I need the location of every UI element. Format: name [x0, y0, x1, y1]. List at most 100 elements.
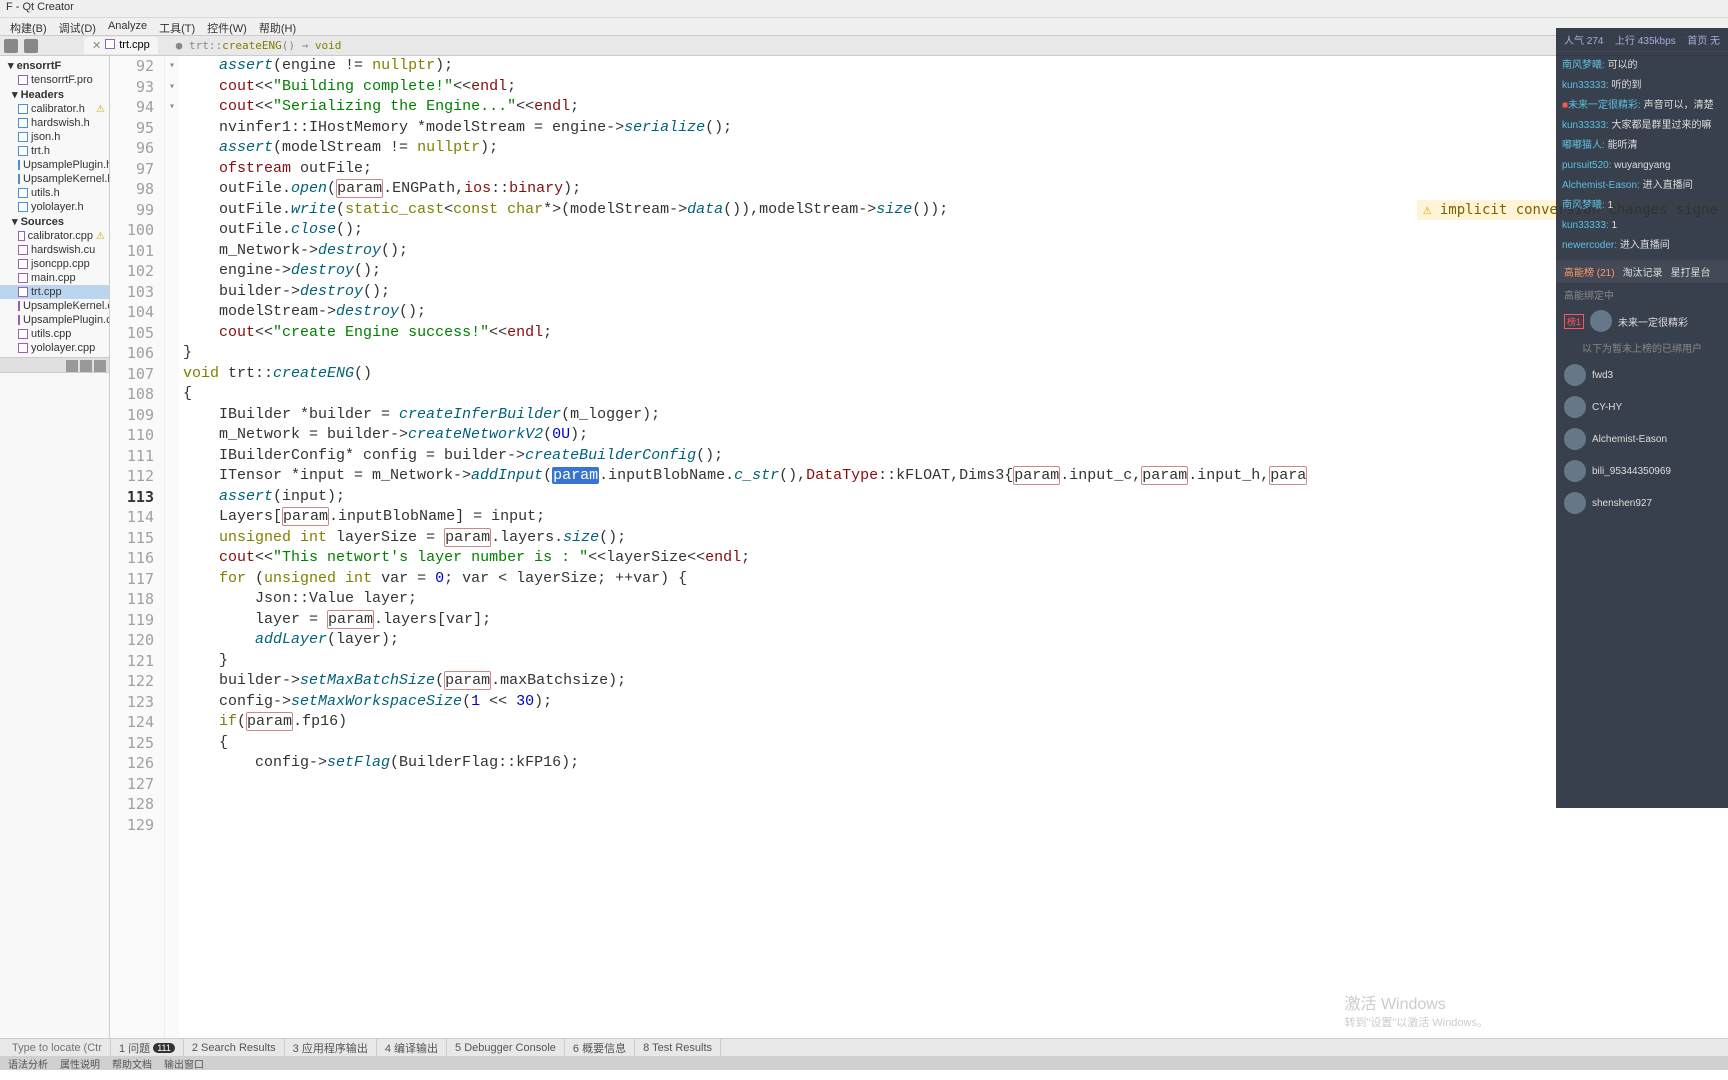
tree-item[interactable]: ▾ Headers — [0, 87, 109, 102]
tree-item[interactable]: trt.h — [0, 144, 109, 158]
user-item[interactable]: CY-HY — [1564, 391, 1720, 423]
project-tree[interactable]: ▾ ensorrtFtensorrtF.pro▾ Headerscalibrat… — [0, 56, 109, 357]
tree-item[interactable]: utils.h — [0, 186, 109, 200]
project-root[interactable]: ▾ ensorrtF — [0, 58, 109, 73]
panel-general[interactable]: 6 概要信息 — [565, 1039, 635, 1056]
menu-item[interactable]: 控件(W) — [201, 18, 253, 35]
locator-input[interactable] — [12, 1042, 102, 1054]
menu-item[interactable]: 工具(T) — [153, 18, 201, 35]
tree-item[interactable]: calibrator.cpp⚠ — [0, 229, 109, 243]
menu-item[interactable]: 帮助(H) — [253, 18, 302, 35]
code-line[interactable]: cout<<"Serializing the Engine..."<<endl; — [183, 97, 1728, 118]
code-line[interactable]: ofstream outFile; — [183, 159, 1728, 180]
menu-item[interactable]: 构建(B) — [4, 18, 53, 35]
code-line[interactable]: void trt::createENG() — [183, 364, 1728, 385]
tree-item[interactable]: UpsamplePlugin.h — [0, 158, 109, 172]
panel-issues[interactable]: 1 问题111 — [111, 1039, 184, 1056]
code-line[interactable]: Layers[param.inputBlobName] = input; — [183, 507, 1728, 528]
code-line[interactable]: config->setMaxWorkspaceSize(1 << 30); — [183, 692, 1728, 713]
tree-item[interactable]: UpsampleKernel.h — [0, 172, 109, 186]
tree-item[interactable]: yololayer.h — [0, 200, 109, 214]
editor-tabs: ✕ trt.cpp — [84, 36, 158, 55]
extra-tab[interactable]: 输出窗口 — [164, 1056, 204, 1070]
code-line[interactable]: cout<<"This networt's layer number is : … — [183, 548, 1728, 569]
code-line[interactable]: m_Network->destroy(); — [183, 241, 1728, 262]
code-line[interactable]: outFile.close(); — [183, 220, 1728, 241]
overlay-tab-2[interactable]: 淘汰记录 — [1623, 264, 1663, 279]
menu-item[interactable]: Analyze — [102, 18, 153, 35]
tree-item[interactable]: UpsampleKernel.cu — [0, 299, 109, 313]
code-line[interactable]: { — [183, 384, 1728, 405]
overlay-tab-rank[interactable]: 高能榜 (21) — [1564, 264, 1615, 279]
filter-icon[interactable] — [66, 360, 78, 372]
tree-item[interactable]: ▾ Sources — [0, 214, 109, 229]
code-line[interactable]: ITensor *input = m_Network->addInput(par… — [183, 466, 1728, 487]
open-documents[interactable] — [0, 373, 109, 623]
code-line[interactable]: m_Network = builder->createNetworkV2(0U)… — [183, 425, 1728, 446]
back-icon[interactable] — [4, 39, 18, 53]
code-line[interactable]: if(param.fp16) — [183, 712, 1728, 733]
chat-list[interactable]: 南风梦曦: 可以的kun33333: 听的到■未来一定很精彩: 声音可以，清楚k… — [1556, 52, 1728, 260]
code-line[interactable]: cout<<"create Engine success!"<<endl; — [183, 323, 1728, 344]
code-line[interactable]: { — [183, 733, 1728, 754]
panel-compile[interactable]: 4 编译输出 — [377, 1039, 447, 1056]
overlay-tabs[interactable]: 高能榜 (21) 淘汰记录 星打星台 — [1556, 260, 1728, 283]
overlay-tab-3[interactable]: 星打星台 — [1671, 264, 1711, 279]
code-editor[interactable]: 9293949596979899100101102103104105106107… — [110, 56, 1728, 1038]
close-icon[interactable] — [94, 360, 106, 372]
tab-trt-cpp[interactable]: ✕ trt.cpp — [84, 37, 158, 54]
extra-tab[interactable]: 语法分析 — [8, 1056, 48, 1070]
panel-debugger[interactable]: 5 Debugger Console — [447, 1039, 565, 1056]
code-line[interactable]: assert(input); — [183, 487, 1728, 508]
tree-item[interactable]: main.cpp — [0, 271, 109, 285]
code-area[interactable]: assert(engine != nullptr); cout<<"Buildi… — [179, 56, 1728, 1038]
code-line[interactable]: modelStream->destroy(); — [183, 302, 1728, 323]
code-line[interactable]: config->setFlag(BuilderFlag::kFP16); — [183, 753, 1728, 774]
code-line[interactable]: for (unsigned int var = 0; var < layerSi… — [183, 569, 1728, 590]
top-user[interactable]: 榜1 未来一定很精彩 — [1556, 306, 1728, 336]
tree-item[interactable]: trt.cpp — [0, 285, 109, 299]
tree-item[interactable]: utils.cpp — [0, 327, 109, 341]
tree-item[interactable]: hardswish.cu — [0, 243, 109, 257]
user-item[interactable]: shenshen927 — [1564, 487, 1720, 519]
code-line[interactable]: assert(modelStream != nullptr); — [183, 138, 1728, 159]
tree-item[interactable]: json.h — [0, 130, 109, 144]
code-line[interactable]: } — [183, 651, 1728, 672]
code-line[interactable]: assert(engine != nullptr); — [183, 56, 1728, 77]
fold-gutter[interactable]: ▾▾▾ — [165, 56, 179, 1038]
tree-item[interactable]: hardswish.h — [0, 116, 109, 130]
code-line[interactable]: outFile.open(param.ENGPath,ios::binary); — [183, 179, 1728, 200]
tree-item[interactable]: calibrator.h⚠ — [0, 102, 109, 116]
extra-tab[interactable]: 属性说明 — [60, 1056, 100, 1070]
panel-search[interactable]: 2 Search Results — [184, 1039, 285, 1056]
code-line[interactable]: nvinfer1::IHostMemory *modelStream = eng… — [183, 118, 1728, 139]
panel-app-output[interactable]: 3 应用程序输出 — [285, 1039, 377, 1056]
code-line[interactable]: } — [183, 343, 1728, 364]
code-line[interactable]: engine->destroy(); — [183, 261, 1728, 282]
locator[interactable] — [4, 1039, 111, 1056]
tree-item[interactable]: tensorrtF.pro — [0, 73, 109, 87]
code-line[interactable]: cout<<"Building complete!"<<endl; — [183, 77, 1728, 98]
forward-icon[interactable] — [24, 39, 38, 53]
panel-tests[interactable]: 8 Test Results — [635, 1039, 721, 1056]
user-list[interactable]: fwd3CY-HYAlchemist-Easonbili_95344350969… — [1556, 359, 1728, 519]
code-line[interactable]: unsigned int layerSize = param.layers.si… — [183, 528, 1728, 549]
code-line[interactable]: IBuilderConfig* config = builder->create… — [183, 446, 1728, 467]
user-item[interactable]: Alchemist-Eason — [1564, 423, 1720, 455]
code-line[interactable]: addLayer(layer); — [183, 630, 1728, 651]
code-line[interactable]: layer = param.layers[var]; — [183, 610, 1728, 631]
tree-item[interactable]: UpsamplePlugin.cpp — [0, 313, 109, 327]
tree-item[interactable]: jsoncpp.cpp — [0, 257, 109, 271]
close-icon[interactable]: ✕ — [92, 39, 101, 52]
user-item[interactable]: fwd3 — [1564, 359, 1720, 391]
code-line[interactable]: Json::Value layer; — [183, 589, 1728, 610]
code-line[interactable]: builder->destroy(); — [183, 282, 1728, 303]
code-line[interactable]: IBuilder *builder = createInferBuilder(m… — [183, 405, 1728, 426]
user-item[interactable]: bili_95344350969 — [1564, 455, 1720, 487]
split-icon[interactable] — [80, 360, 92, 372]
menu-item[interactable]: 调试(D) — [53, 18, 102, 35]
code-line[interactable]: builder->setMaxBatchSize(param.maxBatchs… — [183, 671, 1728, 692]
tree-item[interactable]: yololayer.cpp — [0, 341, 109, 355]
breadcrumb[interactable]: ● trt::createENG() → void — [176, 39, 342, 52]
extra-tab[interactable]: 帮助文档 — [112, 1056, 152, 1070]
